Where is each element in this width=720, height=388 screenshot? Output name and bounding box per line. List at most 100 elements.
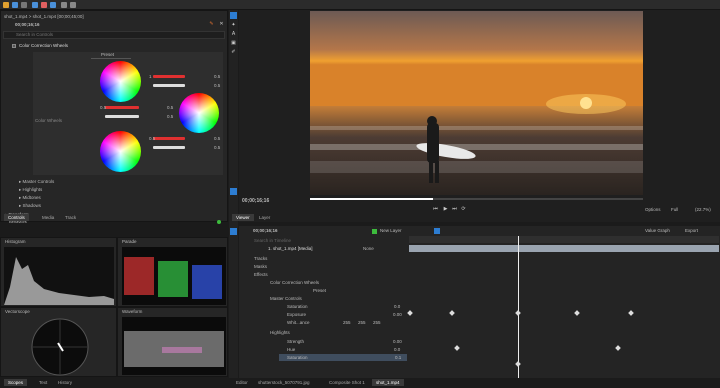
wb-g-value[interactable]: 255 [358,319,366,326]
section-shadows[interactable]: ▸ Shadows [19,202,41,209]
tab-composite-shot[interactable]: Composite Shot 1 [325,379,369,386]
blend-mode[interactable]: None [363,245,374,252]
row-hl-saturation[interactable]: Saturation [287,354,308,361]
layer-clip[interactable] [409,245,719,252]
folder-icon[interactable] [3,2,9,8]
undo-icon[interactable] [61,2,67,8]
tab-editor[interactable]: Editor [232,379,252,386]
playhead[interactable] [518,236,519,378]
next-frame-icon[interactable]: ⏭ [452,207,457,212]
saturation-value[interactable]: 0.0 [394,303,400,310]
quality-dropdown[interactable]: Full [671,206,678,213]
prev-frame-icon[interactable]: ⏮ [433,207,438,212]
controls-search[interactable]: Search in Controls [3,31,225,39]
wb-b-value[interactable]: 255 [373,319,381,326]
section-midtones[interactable]: ▸ Midtones [19,194,41,201]
options-dropdown[interactable]: Options [645,206,661,213]
timeline-select-icon[interactable] [230,228,237,235]
keyframe-icon[interactable]: ✎ [209,22,214,27]
tab-image-file[interactable]: shutterstock_5070791.jpg [254,379,314,386]
pen-tool-icon[interactable]: ✐ [231,50,236,55]
tab-track[interactable]: Track [61,214,80,221]
section-master-controls[interactable]: ▸ Master Controls [19,178,54,185]
zoom-level[interactable]: (22.7%) [695,206,711,213]
row-white-balance[interactable]: Whit...ance [287,319,310,326]
new-layer-button[interactable]: New Layer [380,227,402,234]
row-effects[interactable]: Effects [254,271,268,278]
row-preset[interactable]: Preset [313,287,326,294]
tab-layer[interactable]: Layer [255,214,274,221]
exposure-value[interactable]: 0.00 [393,311,402,318]
select-tool-icon[interactable] [230,12,237,19]
controls-timecode[interactable]: 00;00;16;16 [15,21,40,28]
tab-controls[interactable]: Controls [4,214,29,221]
row-ccw[interactable]: Color Correction Wheels [270,279,319,286]
tab-viewer[interactable]: Viewer [232,214,254,221]
hue-value[interactable]: 0.0 [394,346,400,353]
layer-name[interactable]: 1. shot_1.mp4 [Media] [268,245,313,252]
viewer-timecode[interactable]: 00;00;16;16 [242,198,269,205]
text-tool-icon[interactable]: A [231,32,236,37]
loop-icon[interactable]: ⟳ [461,207,466,212]
fullscreen-icon[interactable] [230,188,237,195]
keyframe[interactable] [454,345,460,351]
time-ruler[interactable] [409,236,719,243]
tab-media[interactable]: Media [38,214,58,221]
row-master-controls[interactable]: Master Controls [270,295,302,302]
tab-text[interactable]: Text [35,379,51,386]
keyframe[interactable] [574,310,580,316]
keyframe[interactable] [615,345,621,351]
row-highlights[interactable]: Highlights [270,329,290,336]
section-highlights[interactable]: ▸ Highlights [19,186,42,193]
timeline-search[interactable]: Search in Timeline [254,237,291,244]
shadows-color-wheel[interactable] [100,131,141,172]
row-strength[interactable]: Strength [287,338,304,345]
strength-value[interactable]: 0.00 [393,338,402,345]
tab-history[interactable]: History [54,379,76,386]
record-icon[interactable] [41,2,47,8]
master-luma-slider[interactable] [153,84,185,87]
redo-icon[interactable] [70,2,76,8]
keyframe[interactable] [515,310,521,316]
effect-checkbox[interactable] [12,44,16,48]
search-input[interactable]: Search in Controls [16,32,53,38]
import-icon[interactable] [32,2,38,8]
snap-icon[interactable] [434,228,440,234]
keyframe[interactable] [449,310,455,316]
value-graph-button[interactable]: Value Graph [645,227,670,234]
keyframe[interactable] [407,310,413,316]
master-red-slider[interactable] [153,75,185,78]
crop-tool-icon[interactable]: ▣ [231,41,236,46]
timeline-tool-strip [229,226,238,378]
row-hue[interactable]: Hue [287,346,295,353]
new-layer-icon[interactable] [372,229,377,234]
keyframe[interactable] [628,310,634,316]
tab-scopes[interactable]: Scopes [4,379,28,386]
shadows-luma-slider[interactable] [153,146,185,149]
save-icon[interactable] [12,2,18,8]
wb-r-value[interactable]: 255 [343,319,351,326]
play-icon[interactable]: ▶ [443,207,448,212]
highlights-red-slider[interactable] [105,106,139,109]
tab-shot-1[interactable]: shot_1.mp4 [372,379,404,386]
export-button[interactable]: Export [685,227,698,234]
mask-tool-icon[interactable]: ✦ [231,23,236,28]
share-icon[interactable] [50,2,56,8]
section-label: Midtones [22,195,41,200]
master-color-wheel[interactable] [100,61,141,102]
wheel-value-9: 0.5 [214,145,221,150]
row-saturation[interactable]: Saturation [287,303,308,310]
settings-icon[interactable] [21,2,27,8]
hl-saturation-value[interactable]: 0.1 [395,354,401,361]
row-masks[interactable]: Masks [254,263,267,270]
row-exposure[interactable]: Exposure [287,311,306,318]
highlights-color-wheel[interactable] [179,93,219,133]
close-icon[interactable]: ✕ [219,22,224,27]
highlights-luma-slider[interactable] [105,115,139,118]
timeline-timecode[interactable]: 00;00;16;16 [253,227,278,234]
keyframe[interactable] [515,361,521,367]
scrub-bar[interactable] [310,198,643,200]
row-tracks[interactable]: Tracks [254,255,267,262]
histogram-graph [4,247,114,305]
shadows-red-slider[interactable] [153,137,185,140]
